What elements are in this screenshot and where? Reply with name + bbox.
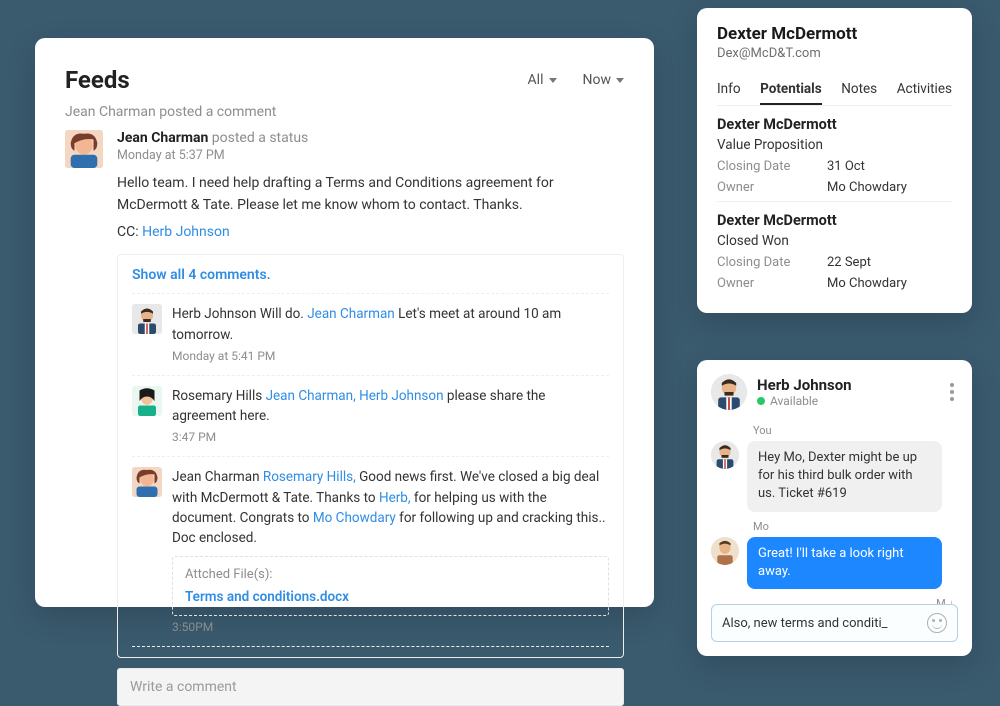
comment-time: 3:47 PM [172, 428, 609, 446]
comment: Herb Johnson Will do. Jean Charman Let's… [132, 293, 609, 375]
tab-potentials[interactable]: Potentials [760, 75, 822, 105]
mention[interactable]: Jean Charman [307, 306, 395, 322]
comment: Rosemary Hills Jean Charman, Herb Johnso… [132, 375, 609, 457]
comment-author[interactable]: Rosemary Hills [172, 388, 262, 404]
comment-thread: Show all 4 comments. Herb Johnson Will d… [117, 254, 624, 658]
potential-title: Dexter McDermott [717, 212, 952, 229]
tab-notes[interactable]: Notes [841, 75, 877, 105]
tab-info[interactable]: Info [717, 75, 741, 105]
closing-date-label: Closing Date [717, 159, 827, 174]
post-time: Monday at 5:37 PM [117, 148, 624, 163]
attachment-label: Attched File(s): [185, 565, 596, 585]
potential-stage: Closed Won [717, 233, 952, 249]
contact-email[interactable]: Dex@McD&T.com [717, 46, 952, 61]
attachment-box: Attched File(s): Terms and conditions.do… [172, 556, 609, 616]
chat-input[interactable]: Also, new terms and conditi_ [711, 604, 958, 642]
status-text: Available [770, 394, 818, 408]
feeds-filter-all[interactable]: All [528, 72, 557, 88]
feeds-subline: Jean Charman posted a comment [65, 104, 624, 120]
show-all-comments-link[interactable]: Show all 4 comments. [132, 265, 609, 293]
chat-message-incoming: Hey Mo, Dexter might be up for his third… [747, 441, 942, 512]
feeds-panel: Feeds All Now Jean Charman posted a comm… [35, 38, 654, 607]
avatar[interactable] [711, 374, 747, 410]
status-dot-icon [757, 397, 765, 405]
owner-label: Owner [717, 180, 827, 195]
potential-item[interactable]: Dexter McDermott Value Proposition Closi… [717, 106, 952, 202]
chat-panel: Herb Johnson Available You Hey Mo, Dexte… [697, 360, 972, 656]
more-icon[interactable] [950, 390, 954, 394]
mention[interactable]: Rosemary Hills, [263, 469, 356, 485]
post-message: Hello team. I need help drafting a Terms… [117, 173, 624, 216]
chat-sender-label: You [753, 424, 958, 437]
cc-label: CC: [117, 224, 139, 240]
mention[interactable]: Herb, [379, 490, 411, 506]
comment-time: 3:50PM [172, 618, 609, 636]
post-verb: posted a status [212, 130, 308, 146]
comment: Jean Charman Rosemary Hills, Good news f… [132, 456, 609, 647]
comment-time: Monday at 5:41 PM [172, 347, 609, 365]
comment-author[interactable]: Herb Johnson [172, 306, 256, 322]
avatar[interactable] [711, 441, 739, 469]
avatar[interactable] [132, 304, 162, 334]
feeds-filter-now[interactable]: Now [583, 72, 625, 88]
contact-panel: Dexter McDermott Dex@McD&T.com Info Pote… [697, 8, 972, 313]
emoji-icon[interactable] [927, 613, 947, 633]
feeds-title: Feeds [65, 66, 130, 94]
closing-date-value: 31 Oct [827, 159, 952, 174]
owner-label: Owner [717, 276, 827, 291]
owner-value: Mo Chowdary [827, 180, 952, 195]
closing-date-label: Closing Date [717, 255, 827, 270]
post-author[interactable]: Jean Charman [117, 130, 208, 146]
chat-message-outgoing: Great! I'll take a look right away. [747, 537, 942, 589]
avatar[interactable] [132, 467, 162, 497]
tab-activities[interactable]: Activities [897, 75, 952, 105]
owner-value: Mo Chowdary [827, 276, 952, 291]
markdown-indicator[interactable]: M ↓ [711, 597, 954, 604]
closing-date-value: 22 Sept [827, 255, 952, 270]
avatar[interactable] [711, 537, 739, 565]
feed-post: Jean Charman posted a status Monday at 5… [65, 130, 624, 706]
potential-stage: Value Proposition [717, 137, 952, 153]
mention[interactable]: Mo Chowdary [313, 510, 396, 526]
chat-sender-label: Mo [753, 520, 958, 533]
comment-input[interactable]: Write a comment [117, 668, 624, 706]
potential-item[interactable]: Dexter McDermott Closed Won Closing Date… [717, 202, 952, 297]
contact-name: Dexter McDermott [717, 24, 952, 44]
caret-down-icon [616, 78, 624, 83]
potential-title: Dexter McDermott [717, 116, 952, 133]
caret-down-icon [549, 78, 557, 83]
mention[interactable]: Jean Charman, Herb Johnson [266, 388, 444, 404]
chat-title: Herb Johnson [757, 376, 940, 394]
avatar[interactable] [132, 386, 162, 416]
cc-mention[interactable]: Herb Johnson [142, 224, 230, 240]
chat-input-text: Also, new terms and conditi_ [722, 616, 919, 631]
avatar[interactable] [65, 130, 103, 168]
attachment-file-link[interactable]: Terms and conditions.docx [185, 587, 596, 607]
comment-author[interactable]: Jean Charman [172, 469, 260, 485]
